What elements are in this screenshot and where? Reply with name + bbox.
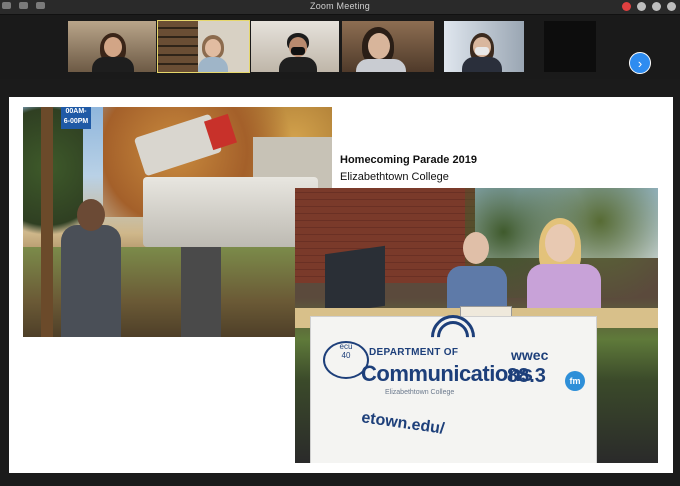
window-titlebar: Zoom Meeting <box>0 0 680 15</box>
status-icon[interactable] <box>667 2 676 11</box>
banner-station-name: wwec <box>511 347 549 363</box>
host-1-head <box>463 232 489 264</box>
person-body <box>92 57 134 72</box>
person-body <box>462 57 502 72</box>
window-title: Zoom Meeting <box>310 1 370 11</box>
photo-radio-booth: ecu 40 DEPARTMENT OF Communications Eliz… <box>295 188 658 463</box>
slide-subtitle: Elizabethtown College <box>340 171 449 183</box>
person-body <box>279 57 317 72</box>
camera-operator-body <box>61 225 121 337</box>
face-mask <box>291 47 305 55</box>
person-body <box>198 57 228 72</box>
banner-url: etown.edu/ <box>360 409 446 438</box>
participant-video-tile[interactable] <box>68 21 156 72</box>
participant-video-tile[interactable] <box>251 21 339 72</box>
banner-department: DEPARTMENT OF <box>369 347 459 358</box>
street-sign-line2: 6-00PM <box>63 118 89 125</box>
participant-gallery-strip: › <box>0 15 680 79</box>
shared-screen-area: 00AM- 6-00PM Homecoming Parade 2019 Eliz… <box>0 80 680 486</box>
street-sign: 00AM- 6-00PM <box>61 107 91 129</box>
photo-camera-operator: 00AM- 6-00PM <box>23 107 332 337</box>
status-icons <box>622 2 676 11</box>
participant-video-tile[interactable] <box>444 21 524 72</box>
status-icon[interactable] <box>637 2 646 11</box>
tv-camera <box>143 177 318 247</box>
camera-tripod <box>181 247 221 337</box>
chevron-right-icon: › <box>637 55 643 71</box>
photo-pole <box>41 107 53 337</box>
street-sign-line1: 00AM- <box>65 108 87 115</box>
host-2-head <box>545 224 575 262</box>
person-body <box>356 59 406 72</box>
ecu-logo-text: ecu 40 <box>339 342 353 360</box>
next-page-button[interactable]: › <box>629 52 651 74</box>
participant-video-tile-off[interactable] <box>544 21 596 72</box>
participant-video-tile-active[interactable] <box>157 20 250 73</box>
fm-badge-label: fm <box>569 376 581 386</box>
fm-badge: fm <box>565 371 585 391</box>
camera-operator-head <box>77 199 105 231</box>
banner-college: Elizabethtown College <box>385 389 455 396</box>
participant-video-tile[interactable] <box>342 21 434 72</box>
person-head <box>104 37 122 57</box>
photo-brick-building <box>295 188 475 283</box>
recording-icon[interactable] <box>622 2 631 11</box>
broadcast-wave-icon <box>421 305 485 369</box>
banner-frequency: 88.3 <box>507 365 546 387</box>
person-head <box>205 39 221 57</box>
photo-laptop <box>325 245 385 315</box>
face-mask <box>475 47 489 55</box>
slide-title: Homecoming Parade 2019 <box>340 154 477 166</box>
presentation-slide: 00AM- 6-00PM Homecoming Parade 2019 Eliz… <box>9 97 673 473</box>
person-head <box>368 33 390 59</box>
status-icon[interactable] <box>652 2 661 11</box>
station-banner: ecu 40 DEPARTMENT OF Communications Eliz… <box>310 305 597 463</box>
